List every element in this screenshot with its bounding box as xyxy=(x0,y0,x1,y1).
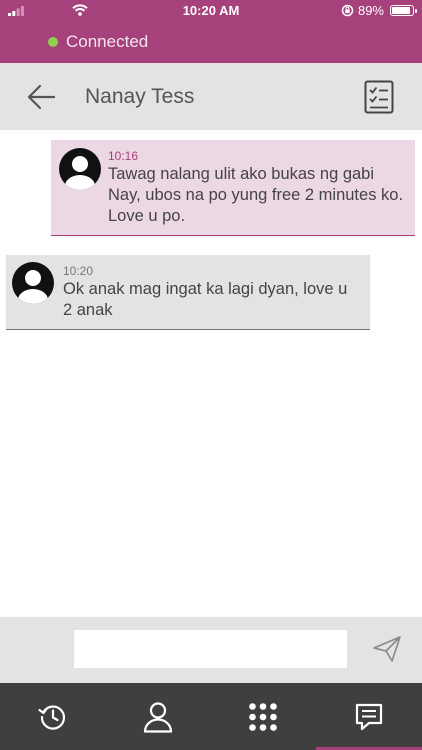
battery-fill xyxy=(392,7,410,14)
tab-contacts[interactable] xyxy=(105,683,210,750)
checklist-icon[interactable] xyxy=(364,80,394,114)
dialpad-icon xyxy=(248,702,277,731)
status-bar: 10:20 AM 89% xyxy=(0,0,422,21)
connection-status-dot xyxy=(48,37,58,47)
message-input[interactable] xyxy=(74,630,347,668)
message-sent[interactable]: 10:16 Tawag nalang ulit ako bukas ng gab… xyxy=(51,140,415,236)
tab-bar xyxy=(0,683,422,750)
tab-dialpad[interactable] xyxy=(210,683,315,750)
battery-icon xyxy=(390,5,417,16)
arrow-left-icon[interactable] xyxy=(26,83,58,111)
orientation-lock-icon xyxy=(341,4,354,17)
chat-header: Nanay Tess xyxy=(0,63,422,130)
tab-history[interactable] xyxy=(0,683,105,750)
message-time: 10:20 xyxy=(63,264,94,278)
message-text: Ok anak mag ingat ka lagi dyan, love u 2… xyxy=(63,280,348,319)
status-right: 89% xyxy=(341,3,417,18)
send-icon[interactable] xyxy=(372,635,402,663)
tab-messages[interactable] xyxy=(316,683,421,750)
avatar-icon xyxy=(59,148,101,190)
contact-name: Nanay Tess xyxy=(85,85,195,108)
message-text: Tawag nalang ulit ako bukas ng gabi Nay,… xyxy=(108,165,404,225)
connection-bar: Connected xyxy=(0,21,422,63)
compose-bar xyxy=(0,617,422,683)
message-time: 10:16 xyxy=(108,149,139,163)
message-received[interactable]: 10:20 Ok anak mag ingat ka lagi dyan, lo… xyxy=(6,255,370,330)
person-icon xyxy=(143,701,172,733)
history-icon xyxy=(37,705,65,730)
chat-icon xyxy=(355,703,382,730)
connection-status-text: Connected xyxy=(66,32,149,51)
battery-percent: 89% xyxy=(357,3,384,18)
avatar-icon xyxy=(12,262,54,304)
